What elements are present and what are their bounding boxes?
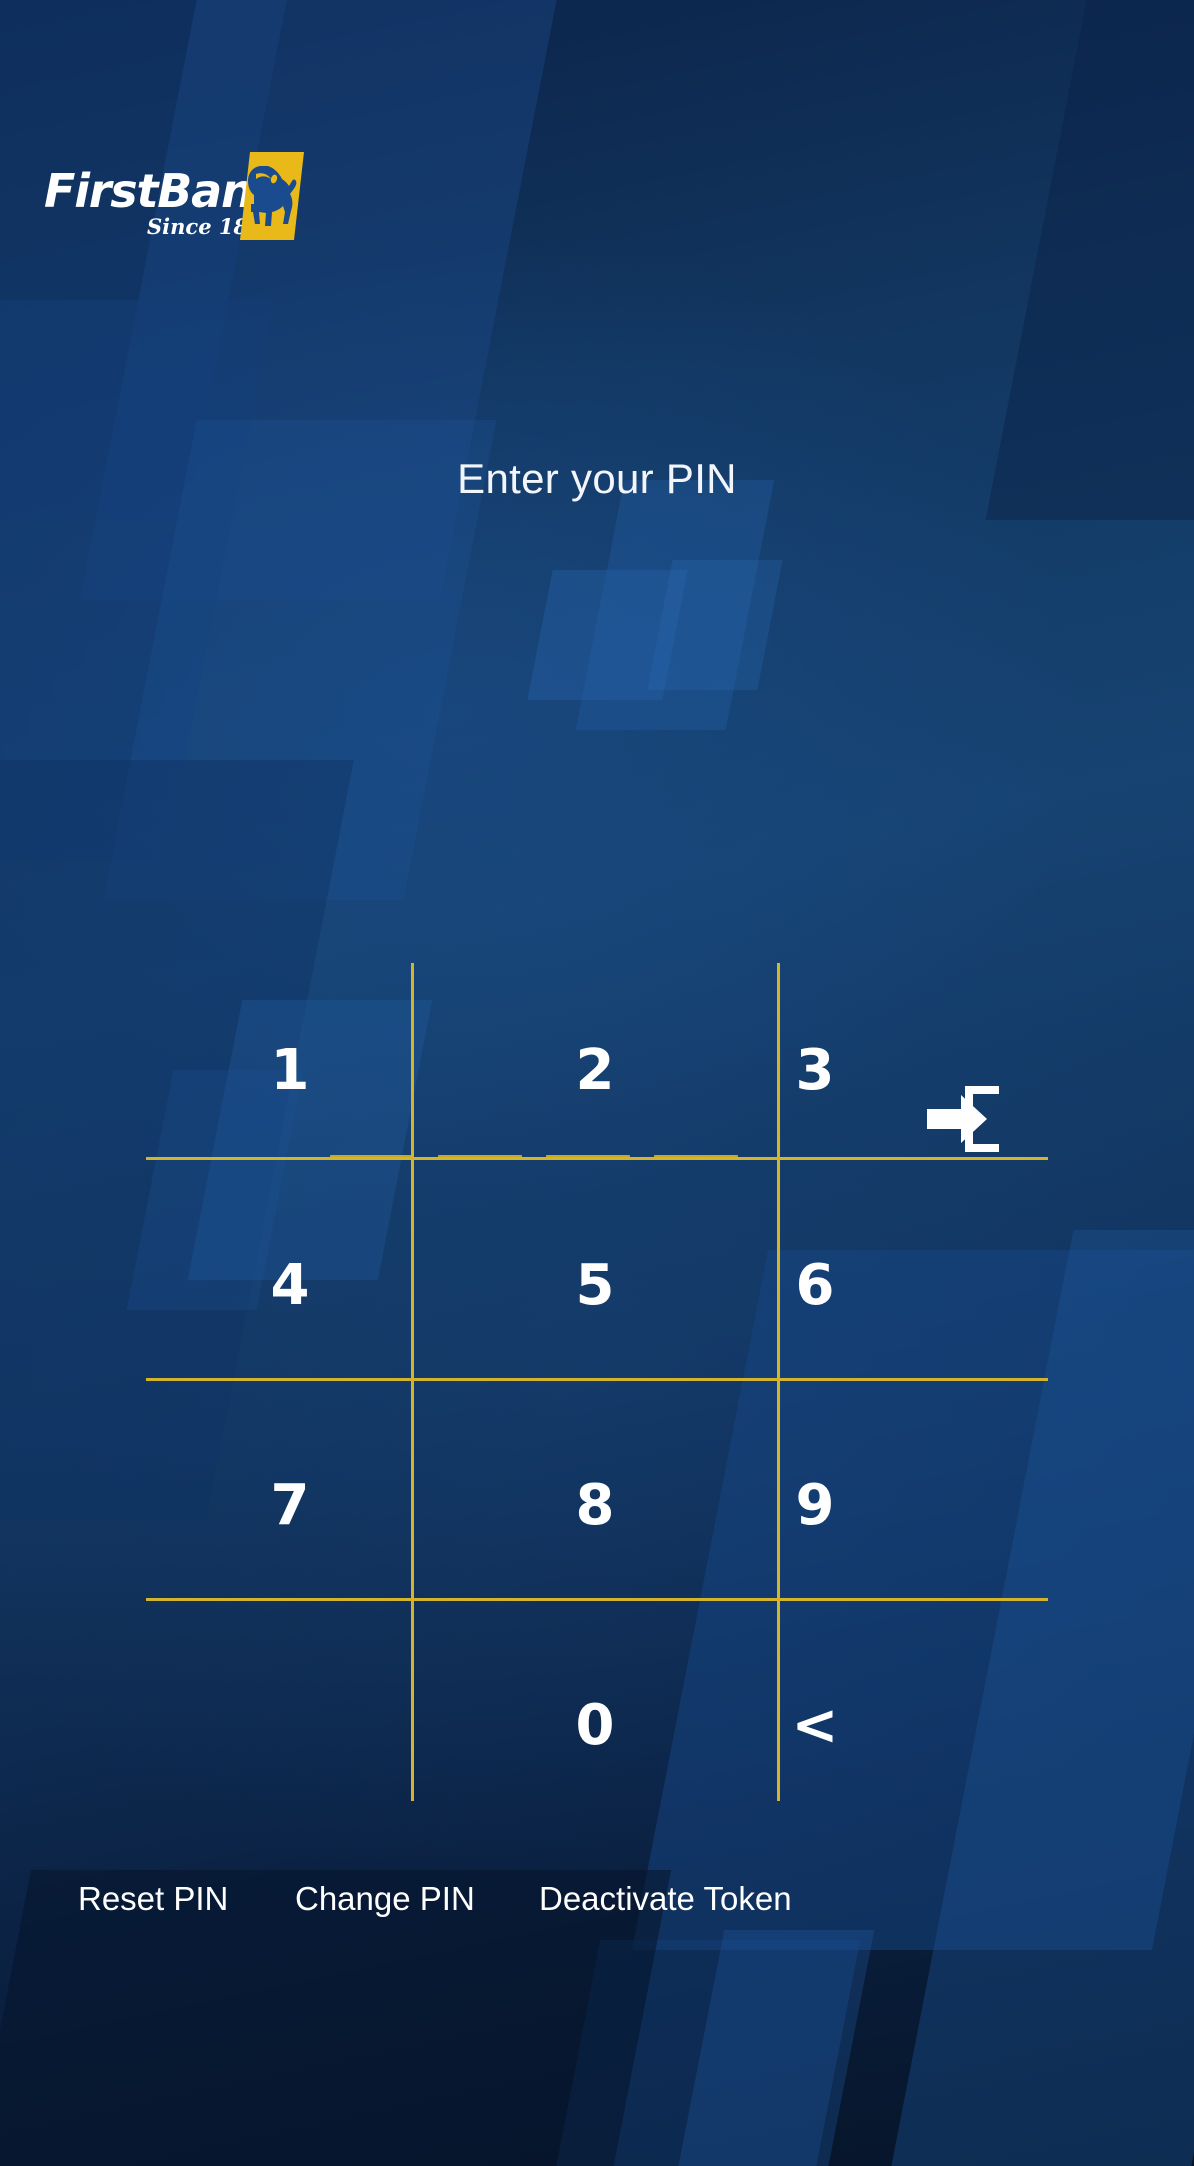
keypad-key-3[interactable]: 3 <box>725 1015 905 1125</box>
change-pin-link[interactable]: Change PIN <box>295 1880 475 1918</box>
keypad-key-6[interactable]: 6 <box>725 1230 905 1340</box>
keypad-key-2[interactable]: 2 <box>505 1015 685 1125</box>
keypad-key-blank <box>200 1670 380 1780</box>
action-links: Reset PIN Change PIN Deactivate Token <box>0 1880 1194 1940</box>
keypad-divider-horizontal <box>146 1157 1048 1160</box>
keypad-key-backspace[interactable]: < <box>725 1670 905 1780</box>
pin-keypad: 1 2 3 4 5 6 7 8 9 0 < <box>0 0 1194 2166</box>
keypad-divider-horizontal <box>146 1598 1048 1601</box>
keypad-key-7[interactable]: 7 <box>200 1450 380 1560</box>
keypad-key-0[interactable]: 0 <box>505 1670 685 1780</box>
keypad-key-8[interactable]: 8 <box>505 1450 685 1560</box>
keypad-divider-horizontal <box>146 1378 1048 1381</box>
deactivate-token-link[interactable]: Deactivate Token <box>539 1880 792 1918</box>
reset-pin-link[interactable]: Reset PIN <box>78 1880 228 1918</box>
keypad-key-1[interactable]: 1 <box>200 1015 380 1125</box>
keypad-key-9[interactable]: 9 <box>725 1450 905 1560</box>
keypad-key-4[interactable]: 4 <box>200 1230 380 1340</box>
pin-login-screen: FirstBank Since 1894 Enter your PIN 1 2 … <box>0 0 1194 2166</box>
keypad-key-5[interactable]: 5 <box>505 1230 685 1340</box>
keypad-divider-vertical <box>411 963 414 1801</box>
